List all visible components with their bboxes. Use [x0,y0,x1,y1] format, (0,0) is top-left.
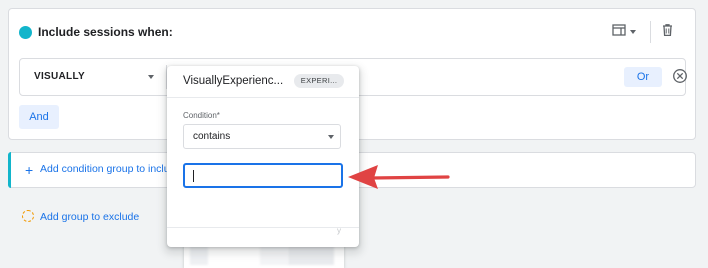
dimension-type-chip: EXPERI... [294,74,344,88]
chevron-down-icon[interactable] [630,30,636,34]
include-indicator-dot [19,26,32,39]
condition-value: contains [193,131,231,142]
red-arrow-icon [348,165,450,189]
chevron-down-icon [148,75,154,79]
trash-icon[interactable] [661,23,674,42]
accent-bar [8,152,11,188]
add-condition-group-link[interactable]: Add condition group to includ [40,163,175,175]
or-button[interactable]: Or [624,67,662,87]
popup-footer-divider [167,227,359,228]
remove-circle-icon[interactable] [672,68,688,89]
text-cursor [193,170,194,182]
dimension-label: VISUALLY [34,71,85,82]
dimension-select[interactable]: VISUALLY [20,59,156,95]
popup-divider [167,97,359,98]
chevron-down-icon [328,135,334,139]
and-button[interactable]: And [19,105,59,129]
include-group-title: Include sessions when: [38,25,173,39]
plus-icon: + [25,162,34,178]
add-group-to-exclude-link[interactable]: Add group to exclude [40,211,139,223]
condition-popup: VisuallyExperienc... EXPERI... Condition… [167,66,359,247]
popup-dimension-title: VisuallyExperienc... [183,75,284,87]
table-view-icon[interactable] [612,23,626,42]
condition-label: Condition* [183,111,220,120]
dashed-circle-icon [22,210,34,222]
value-input[interactable] [183,163,343,188]
condition-select[interactable]: contains [183,124,341,149]
popup-footer-fragment: y [337,226,341,235]
header-divider [650,21,651,43]
